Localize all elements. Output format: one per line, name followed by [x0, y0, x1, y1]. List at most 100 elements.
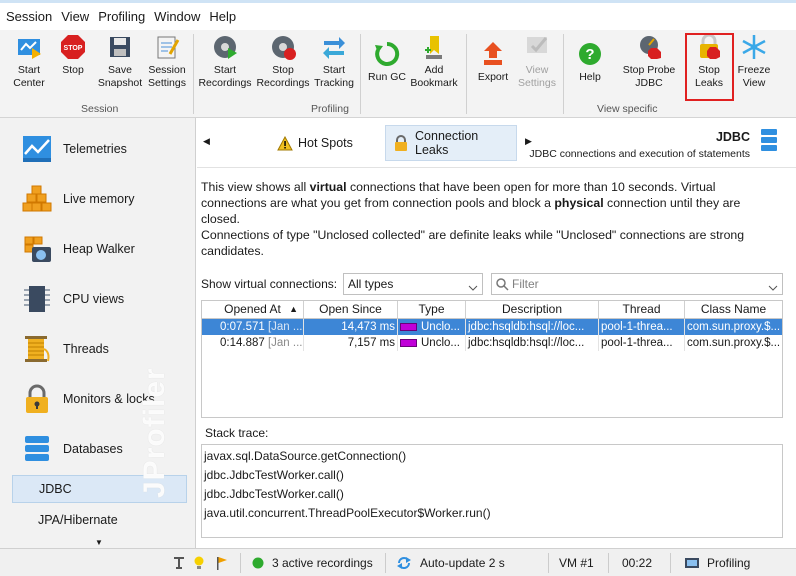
active-recordings-status[interactable]: 3 active recordings [252, 556, 373, 570]
column-header-opened-at[interactable]: Opened At ▲ [202, 301, 304, 318]
view-tabs: ◀ Hot Spots Connection Leaks ▶ JDBC JDBC… [197, 118, 796, 168]
status-separator [670, 553, 671, 573]
jprofiler-watermark: JProfiler [138, 367, 171, 498]
auto-update-status[interactable]: Auto-update 2 s [396, 556, 505, 570]
lock-icon [395, 135, 407, 151]
connections-table: Opened At ▲ Open Since Type Description T… [201, 300, 783, 418]
session-settings-button[interactable]: Session Settings [146, 34, 188, 90]
tab-connection-leaks[interactable]: Connection Leaks [385, 125, 517, 161]
menu-profiling[interactable]: Profiling [98, 9, 145, 24]
view-settings-button[interactable]: View Settings [516, 34, 558, 90]
stop-button[interactable]: STOP Stop [54, 34, 92, 77]
column-header-thread[interactable]: Thread [599, 301, 685, 318]
table-row[interactable]: 0:14.887 [Jan ... 7,157 ms Unclo... jdbc… [202, 335, 782, 351]
sidebar-item-telemetries[interactable]: Telemetries [0, 124, 196, 174]
menu-session[interactable]: Session [6, 9, 52, 24]
stack-frame[interactable]: jdbc.JdbcTestWorker.call() [202, 485, 782, 504]
sidebar-item-cpu-views[interactable]: CPU views [0, 274, 196, 324]
column-header-open-since[interactable]: Open Since [304, 301, 398, 318]
svg-text:?: ? [585, 46, 594, 63]
column-header-class-name[interactable]: Class Name [685, 301, 782, 318]
stack-frame[interactable]: javax.sql.DataSource.getConnection() [202, 447, 782, 466]
stop-recordings-icon [270, 34, 296, 60]
toolbar-separator [563, 34, 564, 114]
sidebar: Telemetries Live memory Heap Walker CPU … [0, 118, 196, 548]
status-bar: 3 active recordings Auto-update 2 s VM #… [0, 548, 796, 576]
menu-bar: Session View Profiling Window Help [0, 0, 796, 30]
help-icon: ? [577, 41, 603, 67]
recording-dot-icon [252, 557, 264, 569]
warning-icon [277, 135, 293, 150]
profiling-icon [685, 558, 699, 568]
start-recordings-button[interactable]: Start Recordings [198, 34, 252, 90]
sidebar-item-jpa-hibernate[interactable]: JPA/Hibernate [12, 506, 187, 534]
run-gc-button[interactable]: Run GC [366, 41, 408, 84]
tab-scroll-right-icon[interactable]: ▶ [525, 136, 532, 147]
stop-probe-jdbc-button[interactable]: Stop Probe JDBC [620, 34, 678, 90]
stack-trace-label: Stack trace: [205, 426, 269, 440]
add-bookmark-button[interactable]: Add Bookmark [410, 34, 458, 90]
lightbulb-icon[interactable] [193, 556, 205, 570]
freeze-view-button[interactable]: Freeze View [734, 34, 774, 90]
profiling-mode-status: Profiling [684, 556, 750, 570]
heap-walker-icon [24, 236, 51, 262]
svg-text:STOP: STOP [64, 45, 83, 52]
save-snapshot-button[interactable]: Save Snapshot [97, 34, 143, 90]
sidebar-item-live-memory[interactable]: Live memory [0, 174, 196, 224]
stop-recordings-button[interactable]: Stop Recordings [256, 34, 310, 90]
tab-hot-spots[interactable]: Hot Spots [269, 125, 361, 161]
view-title: JDBC [715, 130, 750, 144]
toolbar-separator [466, 34, 467, 114]
group-label-session: Session [81, 103, 119, 115]
stack-frame[interactable]: jdbc.JdbcTestWorker.call() [202, 466, 782, 485]
toolbar: Start Center STOP Stop Save Snapshot Ses… [0, 30, 796, 118]
search-icon [496, 278, 509, 291]
lock-icon [26, 384, 48, 413]
menu-view[interactable]: View [61, 9, 89, 24]
connection-type-select[interactable]: All types [343, 273, 483, 295]
status-separator [548, 553, 549, 573]
menu-help[interactable]: Help [209, 9, 236, 24]
flag-icon[interactable] [216, 556, 228, 570]
sidebar-scroll-down-icon[interactable]: ▼ [95, 538, 103, 547]
sidebar-item-heap-walker[interactable]: Heap Walker [0, 224, 196, 274]
description-paragraph-1: This view shows all virtual connections … [201, 180, 741, 226]
live-memory-icon [22, 185, 52, 212]
threads-icon [25, 336, 50, 362]
pin-icon[interactable] [172, 556, 186, 570]
telemetries-icon [23, 136, 51, 162]
group-label-view-specific: View specific [597, 103, 658, 115]
filter-row: Show virtual connections: All types Filt… [201, 273, 791, 297]
type-bar [400, 322, 417, 331]
vm-status: VM #1 [559, 556, 594, 570]
export-button[interactable]: Export [472, 41, 514, 84]
refresh-icon [397, 557, 411, 569]
start-center-icon [16, 34, 42, 60]
export-icon [480, 41, 506, 67]
status-separator [608, 553, 609, 573]
column-header-description[interactable]: Description [466, 301, 599, 318]
start-center-button[interactable]: Start Center [10, 34, 48, 90]
table-row[interactable]: 0:07.571 [Jan ... 14,473 ms Unclo... jdb… [202, 319, 782, 335]
table-header: Opened At ▲ Open Since Type Description T… [202, 301, 782, 319]
start-recordings-icon [212, 34, 238, 60]
session-settings-icon [154, 34, 180, 60]
start-tracking-button[interactable]: Start Tracking [313, 34, 355, 90]
stack-trace-panel: javax.sql.DataSource.getConnection() jdb… [201, 444, 783, 538]
status-separator [385, 553, 386, 573]
view-subtitle: JDBC connections and execution of statem… [529, 148, 750, 160]
tab-scroll-left-icon[interactable]: ◀ [203, 136, 210, 147]
group-label-profiling: Profiling [311, 103, 349, 115]
type-bar [400, 338, 417, 347]
help-button[interactable]: ? Help [570, 41, 610, 84]
stop-probe-icon [636, 34, 662, 60]
databases-icon [761, 129, 777, 151]
column-header-type[interactable]: Type [398, 301, 466, 318]
stop-icon: STOP [60, 34, 86, 60]
elapsed-time: 00:22 [622, 556, 653, 570]
main-panel: ◀ Hot Spots Connection Leaks ▶ JDBC JDBC… [197, 118, 796, 548]
menu-window[interactable]: Window [154, 9, 200, 24]
databases-icon [25, 436, 49, 461]
filter-input[interactable]: Filter [491, 273, 783, 295]
stack-frame[interactable]: java.util.concurrent.ThreadPoolExecutor$… [202, 504, 782, 523]
